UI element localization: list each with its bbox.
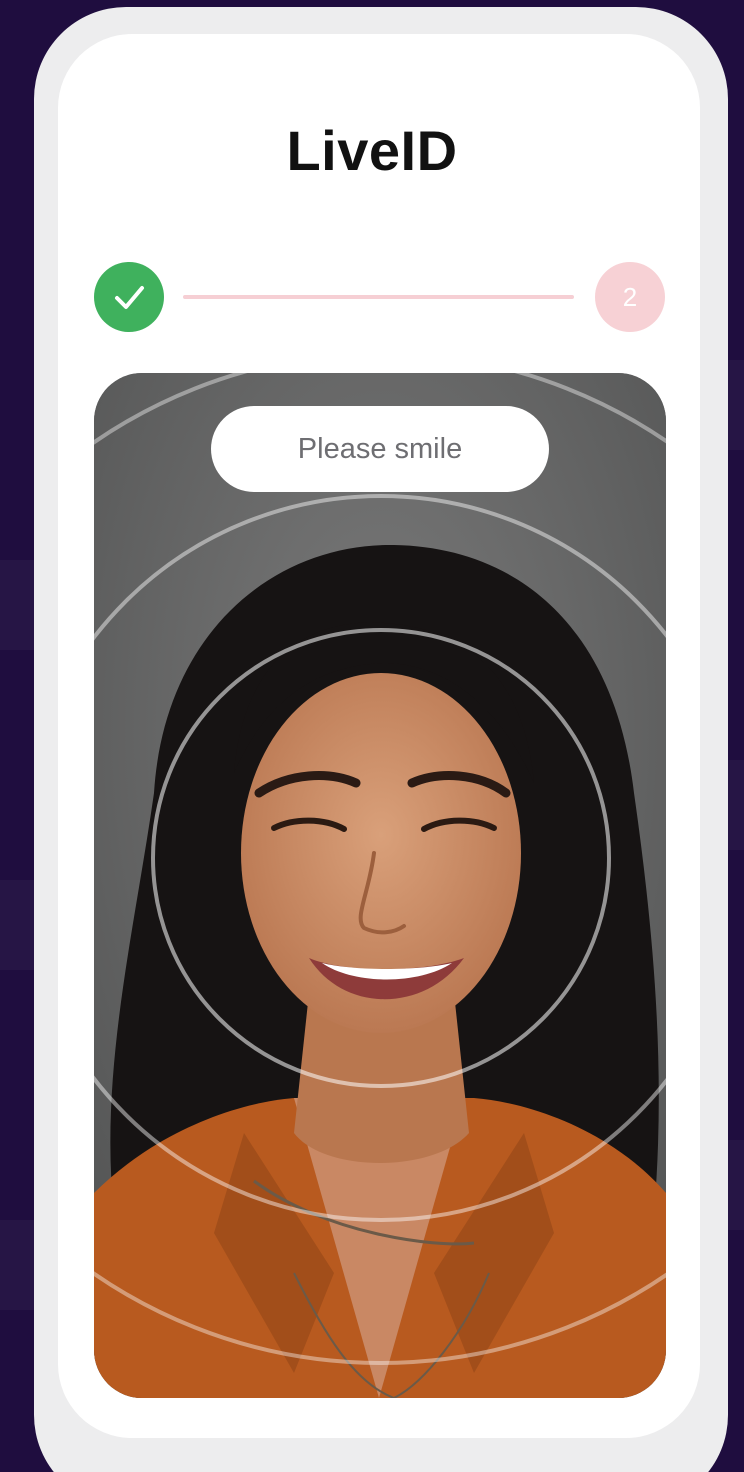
progress-stepper: 2 [0, 0, 744, 340]
camera-feed [94, 373, 666, 1398]
step-number: 2 [622, 281, 638, 312]
step-connector [183, 295, 574, 299]
instruction-text: Please smile [297, 432, 463, 465]
camera-viewport [94, 373, 666, 1398]
step-current: 2 [595, 262, 665, 332]
instruction-pill: Please smile [211, 406, 549, 492]
checkmark-icon [115, 286, 144, 309]
step-complete [94, 262, 164, 332]
